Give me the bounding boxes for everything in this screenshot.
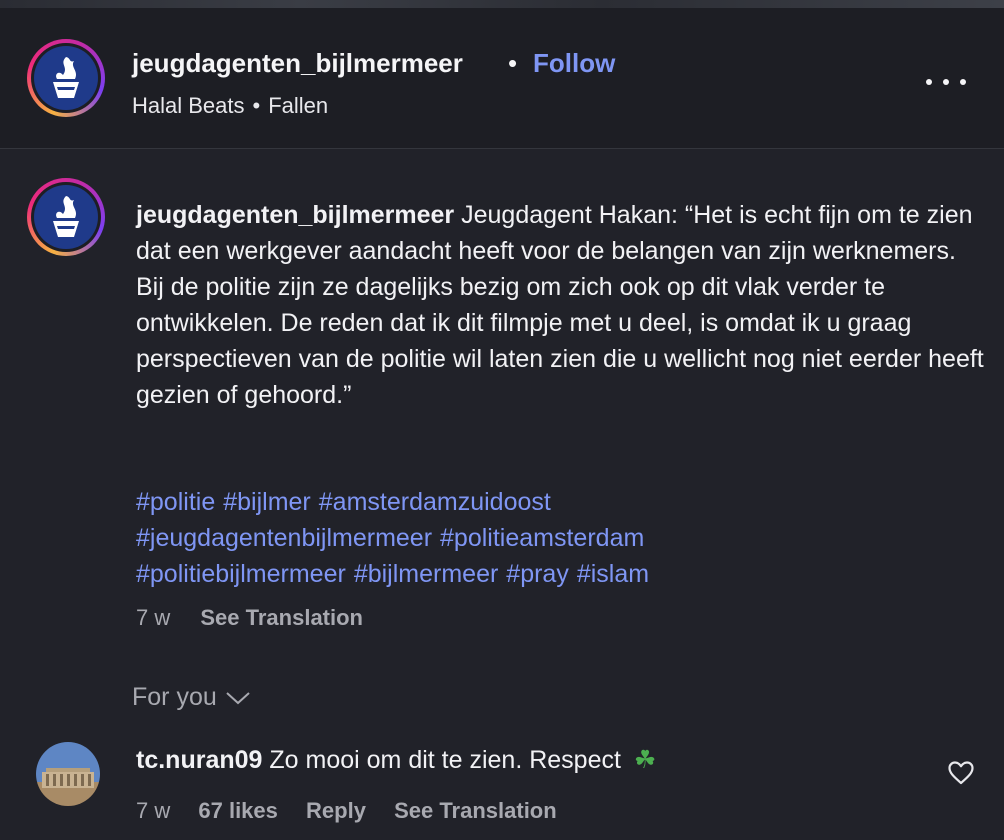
comment-likes[interactable]: 67 likes xyxy=(198,798,278,823)
caption-text: Jeugdagent Hakan: “Het is echt fijn om t… xyxy=(136,201,984,409)
hashtag-link[interactable]: #politie xyxy=(136,488,215,516)
hashtag-list: #politie #bijlmer #amsterdamzuidoost #jeug… xyxy=(136,484,986,592)
post-header: jeugdagenten_bijlmermeer • Follow Halal … xyxy=(0,8,1004,149)
hashtag-link[interactable]: #bijlmer xyxy=(223,488,311,516)
heart-icon[interactable] xyxy=(947,760,975,786)
hashtag-link[interactable]: #politiebijlmermeer xyxy=(136,560,346,588)
comment-see-translation-button[interactable]: See Translation xyxy=(394,798,557,823)
hashtag-link[interactable]: #bijlmermeer xyxy=(354,560,498,588)
caption-username[interactable]: jeugdagenten_bijlmermeer xyxy=(136,201,454,229)
comment-age: 7 w xyxy=(136,798,171,823)
header-username[interactable]: jeugdagenten_bijlmermeer xyxy=(132,48,463,79)
caption-age: 7 w xyxy=(136,605,171,630)
caption-meta: 7 w See Translation xyxy=(136,605,363,631)
police-logo-icon xyxy=(34,185,98,249)
follow-button[interactable]: Follow xyxy=(533,48,615,79)
chevron-down-icon xyxy=(226,691,250,704)
clover-emoji: ☘ xyxy=(633,746,657,774)
header-separator: • xyxy=(508,48,518,78)
comment-meta: 7 w 67 likes Reply See Translation xyxy=(136,798,579,824)
reply-button[interactable]: Reply xyxy=(306,798,366,823)
video-edge xyxy=(0,0,1004,8)
audio-separator: • xyxy=(252,93,261,118)
sort-label: For you xyxy=(132,683,217,711)
profile-avatar[interactable] xyxy=(27,39,105,117)
hashtag-link[interactable]: #pray xyxy=(506,560,569,588)
comment-body: tc.nuran09 Zo mooi om dit te zien. Respe… xyxy=(136,745,656,775)
commenter-avatar[interactable] xyxy=(36,742,100,806)
caption-body: jeugdagenten_bijlmermeer Jeugdagent Haka… xyxy=(136,197,986,413)
audio-track[interactable]: Fallen xyxy=(268,93,328,118)
hashtag-link[interactable]: #jeugdagentenbijlmermeer xyxy=(136,524,432,552)
comment-sort-dropdown[interactable]: For you xyxy=(132,683,251,712)
audio-info[interactable]: Halal Beats • Fallen xyxy=(132,93,328,119)
more-options-icon[interactable] xyxy=(926,70,966,94)
police-logo-icon xyxy=(34,46,98,110)
audio-artist[interactable]: Halal Beats xyxy=(132,93,245,118)
hashtag-link[interactable]: #politieamsterdam xyxy=(440,524,644,552)
see-translation-button[interactable]: See Translation xyxy=(200,605,363,630)
hashtag-link[interactable]: #amsterdamzuidoost xyxy=(319,488,551,516)
caption-avatar[interactable] xyxy=(27,178,105,256)
comment-text: Zo mooi om dit te zien. Respect xyxy=(269,746,621,774)
hashtag-link[interactable]: #islam xyxy=(577,560,649,588)
commenter-username[interactable]: tc.nuran09 xyxy=(136,746,262,774)
